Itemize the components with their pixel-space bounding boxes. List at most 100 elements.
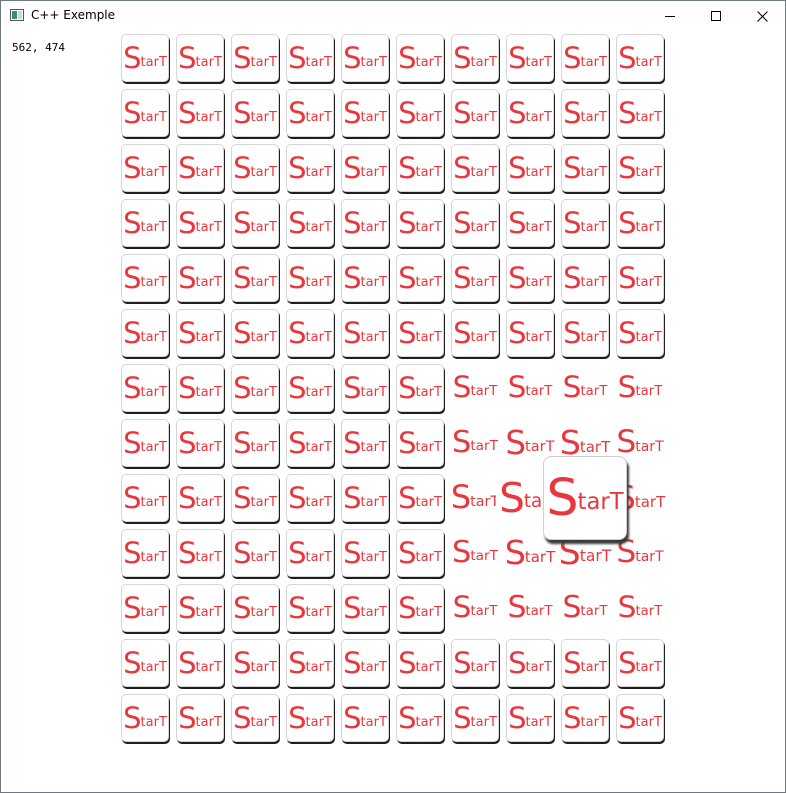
start-tile[interactable]: StarT bbox=[286, 34, 334, 82]
start-tile[interactable]: StarT bbox=[121, 694, 169, 742]
start-tile[interactable]: StarT bbox=[449, 527, 501, 579]
start-tile[interactable]: StarT bbox=[231, 584, 279, 632]
start-tile[interactable]: StarT bbox=[121, 199, 169, 247]
start-tile[interactable]: StarT bbox=[286, 364, 334, 412]
start-tile[interactable]: StarT bbox=[286, 254, 334, 302]
maximize-button[interactable] bbox=[693, 1, 739, 31]
start-tile[interactable]: StarT bbox=[616, 254, 664, 302]
start-tile[interactable]: StarT bbox=[615, 583, 665, 633]
start-tile[interactable]: StarT bbox=[176, 254, 224, 302]
start-tile[interactable]: StarT bbox=[286, 419, 334, 467]
start-tile[interactable]: StarT bbox=[231, 34, 279, 82]
start-tile[interactable]: StarT bbox=[451, 254, 499, 302]
start-tile[interactable]: StarT bbox=[231, 419, 279, 467]
start-tile[interactable]: StarT bbox=[341, 199, 389, 247]
start-tile[interactable]: StarT bbox=[396, 254, 444, 302]
start-tile[interactable]: StarT bbox=[176, 694, 224, 742]
start-tile[interactable]: StarT bbox=[341, 309, 389, 357]
start-tile[interactable]: StarT bbox=[176, 89, 224, 137]
start-tile[interactable]: StarT bbox=[231, 529, 279, 577]
start-tile[interactable]: StarT bbox=[396, 529, 444, 577]
start-tile[interactable]: StarT bbox=[561, 199, 609, 247]
start-tile[interactable]: StarT bbox=[451, 144, 499, 192]
start-tile[interactable]: StarT bbox=[286, 639, 334, 687]
start-tile[interactable]: StarT bbox=[396, 309, 444, 357]
start-tile[interactable]: StarT bbox=[341, 34, 389, 82]
start-tile[interactable]: StarT bbox=[231, 474, 279, 522]
start-tile[interactable]: StarT bbox=[561, 89, 609, 137]
start-tile[interactable]: StarT bbox=[506, 254, 554, 302]
start-tile[interactable]: StarT bbox=[286, 529, 334, 577]
start-tile[interactable]: StarT bbox=[506, 199, 554, 247]
start-tile[interactable]: StarT bbox=[396, 474, 444, 522]
start-tile[interactable]: StarT bbox=[121, 364, 169, 412]
start-tile[interactable]: StarT bbox=[396, 639, 444, 687]
start-tile[interactable]: StarT bbox=[341, 419, 389, 467]
start-tile[interactable]: StarT bbox=[450, 363, 500, 413]
start-tile[interactable]: StarT bbox=[449, 417, 501, 469]
start-tile[interactable]: StarT bbox=[231, 199, 279, 247]
start-tile[interactable]: StarT bbox=[121, 529, 169, 577]
start-tile[interactable]: StarT bbox=[396, 364, 444, 412]
start-tile[interactable]: StarT bbox=[506, 34, 554, 82]
start-tile[interactable]: StarT bbox=[286, 694, 334, 742]
start-tile[interactable]: StarT bbox=[616, 694, 664, 742]
start-tile[interactable]: StarT bbox=[616, 34, 664, 82]
start-tile[interactable]: StarT bbox=[176, 474, 224, 522]
start-tile[interactable]: StarT bbox=[286, 474, 334, 522]
start-tile[interactable]: StarT bbox=[451, 639, 499, 687]
start-tile[interactable]: StarT bbox=[341, 529, 389, 577]
start-tile[interactable]: StarT bbox=[451, 694, 499, 742]
start-tile[interactable]: StarT bbox=[286, 144, 334, 192]
start-tile[interactable]: StarT bbox=[286, 199, 334, 247]
minimize-button[interactable] bbox=[647, 1, 693, 31]
start-tile[interactable]: StarT bbox=[616, 639, 664, 687]
start-tile[interactable]: StarT bbox=[506, 89, 554, 137]
start-tile[interactable]: StarT bbox=[616, 144, 664, 192]
start-tile[interactable]: StarT bbox=[448, 471, 502, 525]
start-tile[interactable]: StarT bbox=[231, 254, 279, 302]
start-tile[interactable]: StarT bbox=[506, 144, 554, 192]
start-tile[interactable]: StarT bbox=[341, 89, 389, 137]
start-tile[interactable]: StarT bbox=[451, 89, 499, 137]
start-tile[interactable]: StarT bbox=[286, 309, 334, 357]
start-tile[interactable]: StarT bbox=[341, 144, 389, 192]
start-tile[interactable]: StarT bbox=[451, 34, 499, 82]
start-tile[interactable]: StarT bbox=[561, 254, 609, 302]
start-tile[interactable]: StarT bbox=[450, 583, 500, 633]
start-tile[interactable]: StarT bbox=[121, 584, 169, 632]
start-tile[interactable]: StarT bbox=[176, 144, 224, 192]
start-tile[interactable]: StarT bbox=[505, 583, 555, 633]
start-tile[interactable]: StarT bbox=[396, 34, 444, 82]
start-tile[interactable]: StarT bbox=[616, 89, 664, 137]
start-tile[interactable]: StarT bbox=[341, 694, 389, 742]
start-tile[interactable]: StarT bbox=[286, 584, 334, 632]
start-tile[interactable]: StarT bbox=[561, 34, 609, 82]
start-tile[interactable]: StarT bbox=[231, 364, 279, 412]
start-tile[interactable]: StarT bbox=[341, 639, 389, 687]
start-tile[interactable]: StarT bbox=[341, 254, 389, 302]
start-tile[interactable]: StarT bbox=[121, 419, 169, 467]
start-tile[interactable]: StarT bbox=[615, 363, 665, 413]
start-tile[interactable]: StarT bbox=[543, 456, 627, 540]
start-tile[interactable]: StarT bbox=[396, 694, 444, 742]
start-tile[interactable]: StarT bbox=[121, 254, 169, 302]
start-tile[interactable]: StarT bbox=[176, 419, 224, 467]
start-tile[interactable]: StarT bbox=[176, 34, 224, 82]
start-tile[interactable]: StarT bbox=[341, 364, 389, 412]
start-tile[interactable]: StarT bbox=[561, 144, 609, 192]
start-tile[interactable]: StarT bbox=[506, 639, 554, 687]
title-bar[interactable]: C++ Exemple bbox=[1, 1, 785, 31]
start-tile[interactable]: StarT bbox=[231, 639, 279, 687]
start-tile[interactable]: StarT bbox=[121, 309, 169, 357]
start-tile[interactable]: StarT bbox=[176, 199, 224, 247]
start-tile[interactable]: StarT bbox=[341, 474, 389, 522]
start-tile[interactable]: StarT bbox=[121, 639, 169, 687]
start-tile[interactable]: StarT bbox=[341, 584, 389, 632]
start-tile[interactable]: StarT bbox=[121, 89, 169, 137]
start-tile[interactable]: StarT bbox=[231, 309, 279, 357]
start-tile[interactable]: StarT bbox=[231, 694, 279, 742]
start-tile[interactable]: StarT bbox=[176, 309, 224, 357]
start-tile[interactable]: StarT bbox=[561, 639, 609, 687]
start-tile[interactable]: StarT bbox=[176, 584, 224, 632]
